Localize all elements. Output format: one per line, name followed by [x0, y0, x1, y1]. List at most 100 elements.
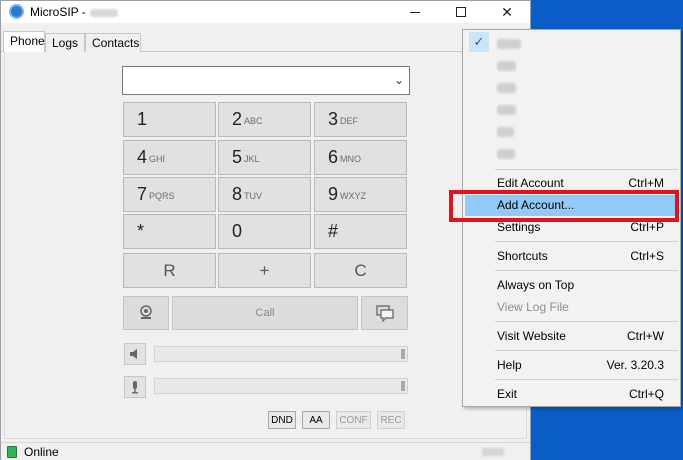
key-5[interactable]: 5 JKL	[218, 140, 311, 175]
dnd-button[interactable]: DND	[268, 411, 296, 429]
menu-item-label: Always on Top	[497, 278, 575, 292]
conference-button[interactable]: CONF	[336, 411, 371, 429]
menu-item-shortcut: Ctrl+S	[630, 249, 664, 263]
key-digit: 4	[137, 147, 148, 167]
window-title: MicroSIP -	[30, 5, 118, 19]
menu-item-shortcut: Ctrl+M	[628, 176, 664, 190]
record-button[interactable]: REC	[377, 411, 405, 429]
menu-separator	[495, 241, 678, 242]
key-letters: PQRS	[149, 190, 175, 201]
online-status-icon	[7, 446, 17, 458]
menu-item-exit[interactable]: Exit Ctrl+Q	[465, 384, 678, 405]
number-input-combobox[interactable]: ⌄	[122, 66, 410, 95]
menu-separator	[495, 169, 678, 170]
menu-item-always-on-top[interactable]: Always on Top	[465, 275, 678, 296]
minimize-button[interactable]	[392, 1, 438, 23]
plus-label: +	[259, 260, 270, 280]
annotation-highlight-box	[449, 190, 679, 222]
video-call-button[interactable]	[123, 296, 169, 330]
menu-item-view-log-file[interactable]: View Log File	[465, 297, 678, 318]
redial-label: R	[163, 260, 176, 280]
key-letters: WXYZ	[340, 190, 367, 201]
key-digit: 2	[232, 109, 243, 129]
key-letters: MNO	[340, 153, 362, 164]
key-8[interactable]: 8 TUV	[218, 177, 311, 212]
menu-separator	[495, 350, 678, 351]
menu-item-visit-website[interactable]: Visit Website Ctrl+W	[465, 326, 678, 347]
menu-item-shortcut: Ctrl+Q	[628, 387, 664, 401]
microphone-button[interactable]	[124, 376, 146, 398]
menu-separator	[495, 379, 678, 380]
account-item-blurred[interactable]	[497, 61, 516, 71]
account-item-blurred[interactable]	[497, 127, 514, 137]
blurred-status-account	[482, 448, 504, 456]
key-letters: DEF	[340, 115, 359, 126]
menu-item-shortcut: Ctrl+P	[630, 220, 664, 234]
menu-item-label: Exit	[497, 387, 518, 401]
speaker-volume-slider[interactable]	[154, 346, 408, 362]
menu-item-help[interactable]: Help Ver. 3.20.3	[465, 355, 678, 376]
menu-separator	[495, 270, 678, 271]
key-letters: TUV	[244, 190, 263, 201]
checkmark-icon: ✓	[469, 32, 489, 52]
menu-item-label: View Log File	[497, 300, 569, 314]
message-button[interactable]	[361, 296, 408, 330]
key-hash[interactable]: #	[314, 214, 407, 249]
tab-contacts[interactable]: Contacts	[85, 33, 141, 52]
key-6[interactable]: 6 MNO	[314, 140, 407, 175]
menu-item-label: Settings	[497, 220, 541, 234]
close-icon: ✕	[501, 3, 513, 20]
menu-item-label: Edit Account	[497, 176, 564, 190]
microsip-logo-icon	[9, 4, 24, 19]
account-item-blurred[interactable]	[497, 105, 516, 115]
key-4[interactable]: 4 GHI	[123, 140, 216, 175]
speaker-button[interactable]	[124, 343, 146, 365]
key-digit: 0	[232, 221, 243, 241]
account-item-blurred[interactable]	[497, 83, 516, 93]
key-digit: #	[328, 221, 339, 241]
key-digit: 7	[137, 184, 148, 204]
account-item-blurred[interactable]	[497, 39, 521, 49]
microphone-volume-slider[interactable]	[154, 378, 408, 394]
key-digit: 5	[232, 147, 243, 167]
menu-item-shortcuts[interactable]: Shortcuts Ctrl+S	[465, 246, 678, 267]
key-3[interactable]: 3 DEF	[314, 102, 407, 137]
webcam-icon	[140, 305, 152, 319]
key-star[interactable]: *	[123, 214, 216, 249]
clear-label: C	[354, 260, 367, 280]
clear-button[interactable]: C	[314, 253, 407, 288]
maximize-button[interactable]	[438, 1, 484, 23]
key-digit: 9	[328, 184, 339, 204]
tab-logs[interactable]: Logs	[45, 33, 85, 52]
speaker-icon	[130, 349, 137, 359]
call-button[interactable]: Call	[172, 296, 358, 330]
menu-item-shortcut: Ver. 3.20.3	[606, 358, 664, 372]
chat-icon	[375, 305, 394, 322]
key-7[interactable]: 7 PQRS	[123, 177, 216, 212]
account-item-blurred[interactable]	[497, 149, 515, 159]
menu-item-label: Help	[497, 358, 522, 372]
maximize-icon	[456, 7, 466, 17]
close-button[interactable]: ✕	[484, 1, 530, 23]
key-0[interactable]: 0	[218, 214, 311, 249]
chevron-down-icon: ⌄	[393, 73, 404, 87]
microphone-icon	[132, 381, 138, 394]
title-bar[interactable]: MicroSIP - ✕	[1, 1, 530, 23]
key-digit: 3	[328, 109, 339, 129]
redial-button[interactable]: R	[123, 253, 216, 288]
tab-bar: Phone Logs Contacts	[1, 31, 530, 52]
minimize-icon	[410, 11, 420, 13]
tab-phone[interactable]: Phone	[3, 31, 45, 52]
auto-answer-button[interactable]: AA	[302, 411, 330, 429]
key-digit: 6	[328, 147, 339, 167]
status-bar: Online	[1, 442, 530, 460]
microphone-volume-thumb[interactable]	[401, 381, 405, 391]
key-digit: 1	[137, 109, 148, 129]
plus-button[interactable]: +	[218, 253, 311, 288]
key-1[interactable]: 1	[123, 102, 216, 137]
key-2[interactable]: 2 ABC	[218, 102, 311, 137]
speaker-volume-thumb[interactable]	[401, 349, 405, 359]
key-9[interactable]: 9 WXYZ	[314, 177, 407, 212]
key-digit: 8	[232, 184, 243, 204]
status-text: Online	[24, 445, 59, 459]
